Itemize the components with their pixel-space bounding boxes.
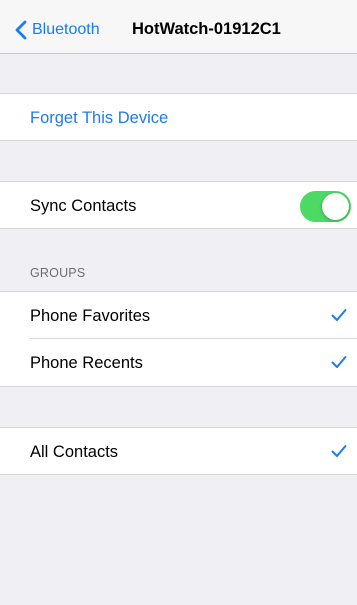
forget-device-label: Forget This Device bbox=[30, 109, 169, 127]
back-button[interactable]: Bluetooth bbox=[14, 18, 100, 42]
checkmark-icon bbox=[331, 309, 347, 321]
navigation-bar: Bluetooth HotWatch-01912C1 bbox=[0, 0, 357, 54]
page-title: HotWatch-01912C1 bbox=[132, 20, 281, 38]
group-row-phone-favorites[interactable]: Phone Favorites bbox=[0, 291, 357, 339]
group-row-label: Phone Favorites bbox=[30, 307, 151, 325]
groups-section-header: GROUPS bbox=[30, 266, 86, 280]
checkmark-icon bbox=[331, 445, 347, 457]
chevron-left-icon bbox=[15, 20, 27, 40]
sync-contacts-toggle[interactable] bbox=[300, 191, 351, 222]
back-button-label: Bluetooth bbox=[32, 21, 100, 38]
all-contacts-row[interactable]: All Contacts bbox=[0, 427, 357, 475]
forget-device-button[interactable]: Forget This Device bbox=[0, 93, 357, 141]
all-contacts-label: All Contacts bbox=[30, 443, 119, 461]
group-row-label: Phone Recents bbox=[30, 354, 143, 372]
sync-contacts-label: Sync Contacts bbox=[30, 197, 137, 215]
toggle-knob bbox=[322, 193, 349, 220]
settings-screen: Bluetooth HotWatch-01912C1 Forget This D… bbox=[0, 0, 357, 605]
checkmark-icon bbox=[331, 356, 347, 368]
sync-contacts-row: Sync Contacts bbox=[0, 181, 357, 229]
group-row-phone-recents[interactable]: Phone Recents bbox=[0, 339, 357, 387]
